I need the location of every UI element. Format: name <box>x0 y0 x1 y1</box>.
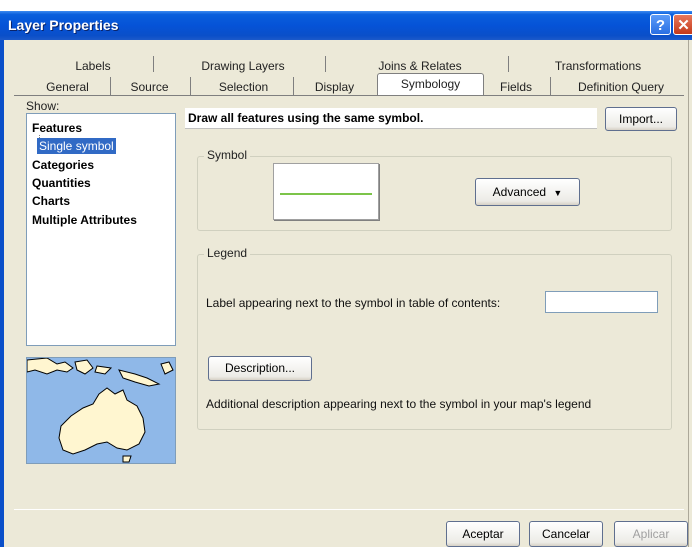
tab-general[interactable]: General <box>30 78 105 96</box>
tab-divider <box>550 77 551 95</box>
tab-divider <box>325 56 326 72</box>
title-bar[interactable]: Layer Properties ? ✕ <box>0 11 692 40</box>
window-frame-left <box>0 40 4 547</box>
close-icon[interactable]: ✕ <box>673 14 692 35</box>
tab-drawing-layers[interactable]: Drawing Layers <box>163 57 323 75</box>
legend-label-input[interactable] <box>545 291 658 313</box>
dropdown-arrow-icon: ▼ <box>553 188 563 198</box>
advanced-button[interactable]: Advanced ▼ <box>475 178 580 206</box>
panel-bottom-edge <box>14 509 684 510</box>
tree-item-quantities[interactable]: Quantities <box>32 176 91 190</box>
tree-item-features[interactable]: Features <box>32 121 82 135</box>
tab-selection[interactable]: Selection <box>196 78 291 96</box>
symbol-group-title: Symbol <box>204 148 251 162</box>
show-label: Show: <box>26 99 60 113</box>
tab-divider <box>190 77 191 95</box>
symbol-preview-button[interactable] <box>273 163 379 220</box>
tab-symbology[interactable]: Symbology <box>377 73 484 96</box>
tree-item-multiple-attributes[interactable]: Multiple Attributes <box>32 213 137 227</box>
preview-map-image <box>26 357 176 464</box>
legend-group-title: Legend <box>204 246 251 260</box>
help-icon[interactable]: ? <box>650 14 671 35</box>
symbology-header: Draw all features using the same symbol. <box>185 108 597 129</box>
tab-fields[interactable]: Fields <box>487 78 545 96</box>
tab-divider <box>293 77 294 95</box>
line-symbol-swatch <box>280 193 372 195</box>
tree-item-categories[interactable]: Categories <box>32 158 94 172</box>
tab-display[interactable]: Display <box>297 78 372 96</box>
tab-source[interactable]: Source <box>112 78 187 96</box>
top-strip <box>0 0 692 11</box>
description-button[interactable]: Description... <box>208 356 312 381</box>
import-button[interactable]: Import... <box>605 107 677 131</box>
tab-definition-query[interactable]: Definition Query <box>558 78 684 96</box>
layer-properties-window: Layer Properties ? ✕ Labels Drawing Laye… <box>0 0 692 547</box>
tab-divider <box>110 77 111 95</box>
apply-button[interactable]: Aplicar <box>614 521 688 547</box>
window-title: Layer Properties <box>8 17 119 33</box>
cancel-button[interactable]: Cancelar <box>529 521 603 547</box>
tab-transformations[interactable]: Transformations <box>518 57 678 75</box>
advanced-label: Advanced <box>492 185 547 199</box>
tab-divider <box>153 56 154 72</box>
symbol-group <box>197 156 672 231</box>
tab-labels[interactable]: Labels <box>38 57 148 75</box>
label-prompt: Label appearing next to the symbol in ta… <box>206 296 501 310</box>
tab-divider <box>508 56 509 72</box>
tree-item-single-symbol[interactable]: Single symbol <box>37 138 116 154</box>
description-note: Additional description appearing next to… <box>206 397 592 411</box>
accept-button[interactable]: Aceptar <box>446 521 520 547</box>
show-tree[interactable]: Features Single symbol Categories Quanti… <box>26 113 176 346</box>
tree-item-charts[interactable]: Charts <box>32 194 70 208</box>
window-frame-right <box>688 40 692 547</box>
symbology-description: Draw all features using the same symbol. <box>188 111 424 125</box>
